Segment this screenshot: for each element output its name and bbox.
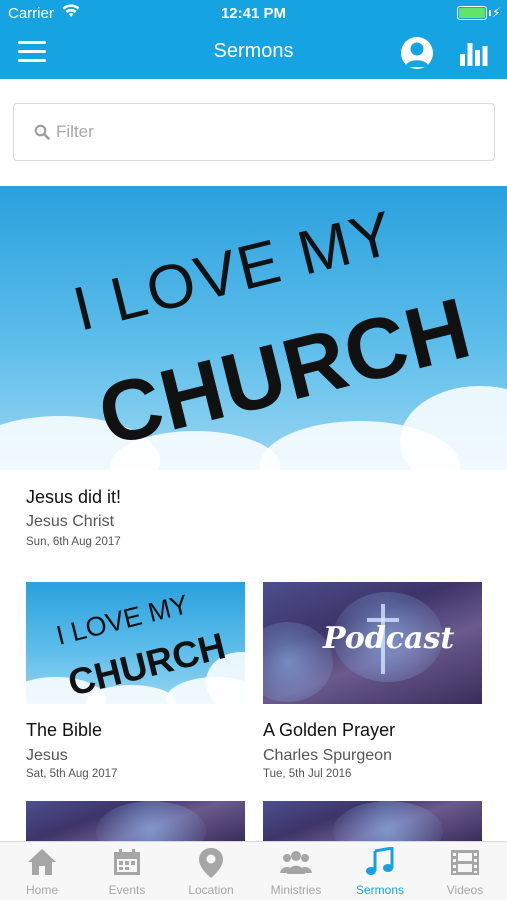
tab-location[interactable]: Location xyxy=(169,842,253,900)
profile-icon[interactable] xyxy=(401,37,433,69)
battery-icon xyxy=(457,6,487,20)
featured-sermon-date: Sun, 6th Aug 2017 xyxy=(26,536,121,548)
tab-sermons[interactable]: Sermons xyxy=(338,842,422,900)
sermon-card-speaker: Jesus xyxy=(26,747,68,764)
people-icon xyxy=(280,851,312,874)
tab-events[interactable]: Events xyxy=(85,842,169,900)
sermon-card-image-partial[interactable] xyxy=(26,801,245,841)
nav-bar: Sermons xyxy=(0,26,507,79)
sermon-card[interactable]: I LOVE MY CHURCH The Bible Jesus Sat, 5t… xyxy=(26,582,245,780)
svg-text:Podcast: Podcast xyxy=(322,621,454,656)
sermon-card-speaker: Charles Spurgeon xyxy=(263,747,392,764)
filter-box xyxy=(13,103,495,161)
sermon-card[interactable]: Podcast A Golden Prayer Charles Spurgeon… xyxy=(263,582,482,780)
calendar-icon xyxy=(114,849,140,875)
featured-sermon-title[interactable]: Jesus did it! xyxy=(26,487,121,508)
film-icon xyxy=(451,850,479,875)
location-pin-icon xyxy=(199,848,223,878)
top-bar: Carrier 12:41 PM ⚡ Sermons xyxy=(0,0,507,79)
music-note-icon xyxy=(366,847,394,875)
home-icon xyxy=(28,849,56,875)
status-bar: Carrier 12:41 PM ⚡ xyxy=(0,0,507,26)
sermon-card-image[interactable]: I LOVE MY CHURCH xyxy=(26,582,245,704)
sermon-card-image[interactable]: Podcast xyxy=(263,582,482,704)
filter-input[interactable] xyxy=(56,114,476,150)
search-icon xyxy=(34,124,50,140)
sermon-card-title[interactable]: A Golden Prayer xyxy=(263,720,482,741)
sermon-card-image-partial[interactable] xyxy=(263,801,482,841)
charging-icon: ⚡ xyxy=(491,5,501,20)
tab-bar: Home Events Location Ministries Sermons … xyxy=(0,841,507,900)
clock: 12:41 PM xyxy=(220,5,287,22)
featured-sermon-speaker: Jesus Christ xyxy=(26,513,115,530)
bar-chart-icon[interactable] xyxy=(459,39,489,67)
sermon-card-date: Sat, 5th Aug 2017 xyxy=(26,768,118,780)
sermon-card-title[interactable]: The Bible xyxy=(26,720,245,741)
sermon-card-date: Tue, 5th Jul 2016 xyxy=(263,768,352,780)
tab-home[interactable]: Home xyxy=(0,842,84,900)
tab-videos[interactable]: Videos xyxy=(423,842,507,900)
featured-sermon-image[interactable]: I LOVE MY CHURCH xyxy=(0,186,507,470)
tab-ministries[interactable]: Ministries xyxy=(254,842,338,900)
artwork-text: I LOVE MY CHURCH xyxy=(67,198,480,464)
